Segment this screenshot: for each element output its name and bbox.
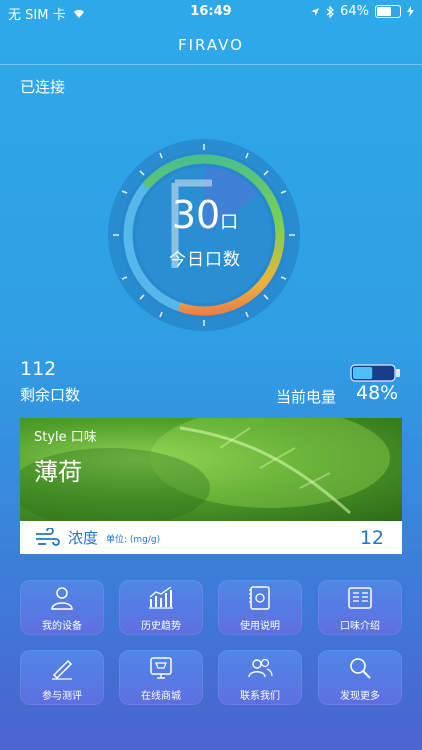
- manual-icon: [249, 586, 270, 610]
- battery-level: 48%: [356, 382, 399, 404]
- user-icon: [51, 587, 73, 610]
- nav-divider: [0, 64, 422, 65]
- menu-label: 联系我们: [240, 691, 280, 702]
- menu-label: 发现更多: [340, 691, 380, 702]
- location-icon: [311, 7, 320, 16]
- charging-icon: [407, 6, 414, 17]
- battery-icon: [375, 5, 401, 18]
- count-unit: 口: [220, 212, 239, 233]
- shop-icon: [150, 657, 172, 679]
- bluetooth-icon: [326, 5, 334, 18]
- battery-label: 当前电量: [276, 388, 337, 406]
- remaining-label: 剩余口数: [20, 386, 81, 404]
- style-label: Style 口味: [34, 430, 97, 445]
- my-device-button[interactable]: 我的设备: [20, 580, 104, 635]
- mint-leaf-image: Style 口味 薄荷: [20, 418, 402, 521]
- contact-us-button[interactable]: 联系我们: [218, 650, 302, 705]
- discover-more-button[interactable]: 发现更多: [318, 650, 402, 705]
- wind-icon: [36, 528, 60, 546]
- battery-percent: 64%: [340, 4, 369, 19]
- nav-bar: FIRAVO: [0, 26, 422, 64]
- pen-icon: [52, 659, 73, 680]
- menu-label: 口味介绍: [340, 621, 380, 632]
- search-icon: [350, 658, 371, 679]
- device-battery-icon: [350, 364, 400, 382]
- app-screen: 无 SIM 卡 16:49 64% FIRAVO 已连接 30口 今日口数 11…: [0, 0, 422, 750]
- evaluation-button[interactable]: 参与测评: [20, 650, 104, 705]
- connection-status: 已连接: [20, 78, 66, 96]
- online-shop-button[interactable]: 在线商城: [119, 650, 203, 705]
- today-count-label: 今日口数: [169, 250, 241, 270]
- menu-label: 在线商城: [141, 691, 181, 702]
- concentration-label: 浓度: [68, 529, 99, 547]
- menu-label: 我的设备: [42, 621, 82, 632]
- remaining-count: 112: [20, 358, 57, 380]
- status-bar: 无 SIM 卡 16:49 64%: [0, 0, 422, 24]
- today-count: 30: [171, 193, 221, 237]
- contacts-icon: [248, 658, 273, 678]
- concentration-unit: 单位: (mg/g): [106, 535, 161, 545]
- concentration-value: 12: [359, 527, 384, 549]
- chart-icon: [149, 586, 173, 609]
- menu-label: 参与测评: [42, 691, 82, 702]
- flavor-card[interactable]: Style 口味 薄荷 浓度 单位: (mg/g) 12: [20, 418, 402, 554]
- gauge-readout: 30口 今日口数: [150, 195, 260, 270]
- brand-logo: FIRAVO: [178, 36, 244, 54]
- history-trend-button[interactable]: 历史趋势: [119, 580, 203, 635]
- user-manual-button[interactable]: 使用说明: [218, 580, 302, 635]
- flavor-name: 薄荷: [34, 458, 82, 486]
- flavor-intro-button[interactable]: 口味介绍: [318, 580, 402, 635]
- concentration-row: 浓度 单位: (mg/g) 12: [20, 521, 402, 554]
- menu-label: 历史趋势: [141, 621, 181, 632]
- flavor-card-icon: [348, 587, 372, 609]
- menu-label: 使用说明: [240, 621, 280, 632]
